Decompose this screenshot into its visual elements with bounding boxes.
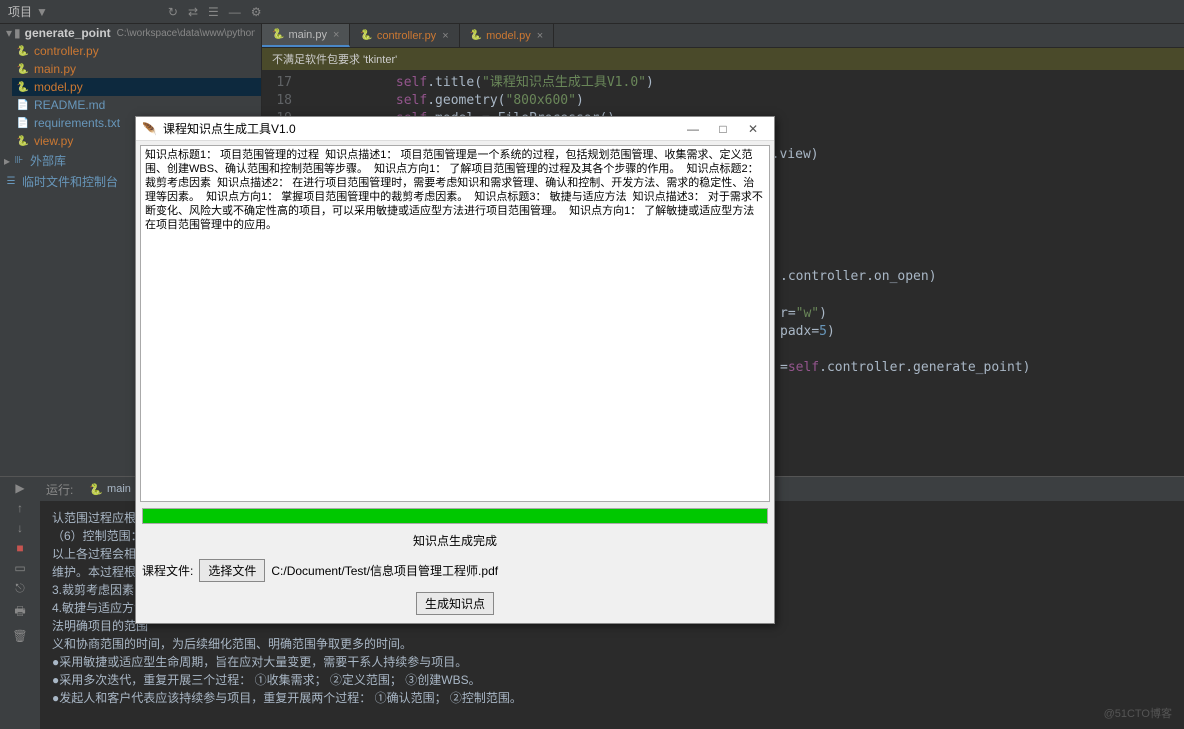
select-file-button[interactable]: 选择文件 — [199, 559, 265, 582]
python-icon: 🐍 — [470, 30, 482, 41]
filter-icon[interactable]: ⎋ — [15, 581, 25, 596]
output-textarea[interactable] — [140, 145, 770, 502]
trash-icon[interactable]: 🗑 — [12, 629, 27, 643]
dialog-title: 课程知识点生成工具V1.0 — [163, 120, 678, 137]
status-label: 知识点生成完成 — [140, 526, 770, 555]
notice-bar: 不满足软件包要求 'tkinter' — [262, 48, 1184, 70]
tab-controller.py[interactable]: 🐍controller.py× — [350, 24, 459, 47]
stop-icon[interactable]: ■ — [16, 541, 23, 555]
file-path: C:/Document/Test/信息项目管理工程师.pdf — [271, 562, 498, 579]
up-icon[interactable]: ↑ — [17, 501, 23, 515]
close-icon[interactable]: × — [333, 29, 339, 41]
editor-tabs: 🐍main.py×🐍controller.py×🐍model.py× — [262, 24, 1184, 48]
toolbar-icon[interactable]: — — [229, 5, 241, 19]
run-label: 运行: — [46, 481, 73, 498]
file-icon: 🐍 — [16, 46, 30, 57]
chevron-down-icon[interactable]: ▾ — [6, 26, 12, 40]
python-icon: 🐍 — [89, 483, 103, 496]
toolbar-icons: ↻ ⇄ ☰ — ⚙ — [168, 5, 262, 19]
minimize-button[interactable]: — — [678, 122, 708, 136]
close-icon[interactable]: × — [537, 30, 543, 42]
layout-icon[interactable]: ▭ — [14, 561, 25, 575]
file-main.py[interactable]: 🐍main.py — [12, 60, 261, 78]
generate-button[interactable]: 生成知识点 — [416, 592, 494, 615]
file-model.py[interactable]: 🐍model.py — [12, 78, 261, 96]
run-icon[interactable]: ▶ — [15, 481, 24, 495]
chevron-right-icon[interactable]: ▸ — [4, 154, 10, 168]
file-icon: 🐍 — [16, 64, 30, 75]
progress-bar — [142, 508, 768, 524]
close-button[interactable]: ✕ — [738, 122, 768, 136]
maximize-button[interactable]: □ — [708, 122, 738, 136]
feather-icon: 🪶 — [142, 122, 157, 136]
file-README.md[interactable]: 📄README.md — [12, 96, 261, 114]
toolbar-icon[interactable]: ⚙ — [251, 5, 262, 19]
python-icon: 🐍 — [360, 30, 372, 41]
dialog-titlebar[interactable]: 🪶 课程知识点生成工具V1.0 — □ ✕ — [136, 117, 774, 141]
run-gutter: ▶ ↑ ↓ ■ ▭ ⎋ 🖶 🗑 — [0, 477, 40, 729]
file-icon: 📄 — [16, 100, 30, 111]
tab-model.py[interactable]: 🐍model.py× — [460, 24, 555, 47]
tab-main.py[interactable]: 🐍main.py× — [262, 24, 350, 47]
watermark: @51CTO博客 — [1104, 705, 1172, 721]
file-controller.py[interactable]: 🐍controller.py — [12, 42, 261, 60]
down-icon[interactable]: ↓ — [17, 521, 23, 535]
python-icon: 🐍 — [272, 29, 284, 40]
file-icon: 🐍 — [16, 136, 30, 147]
toolbar-icon[interactable]: ↻ — [168, 5, 178, 19]
file-label: 课程文件: — [142, 562, 193, 579]
file-icon: 🐍 — [16, 82, 30, 93]
sidebar-root[interactable]: ▾ ▮ generate_point C:\workspace\data\www… — [0, 24, 261, 42]
toolbar-icon[interactable]: ⇄ — [188, 5, 198, 19]
close-icon[interactable]: × — [442, 30, 448, 42]
print-icon[interactable]: 🖶 — [14, 602, 25, 623]
file-icon: 📄 — [16, 118, 30, 129]
dropdown-icon[interactable]: ▼ — [36, 5, 48, 19]
tk-dialog: 🪶 课程知识点生成工具V1.0 — □ ✕ 知识点生成完成 课程文件: 选择文件… — [135, 116, 775, 624]
top-toolbar: 项目 ▼ ↻ ⇄ ☰ — ⚙ — [0, 0, 1184, 24]
toolbar-icon[interactable]: ☰ — [208, 5, 219, 19]
project-label: 项目 — [8, 3, 32, 20]
